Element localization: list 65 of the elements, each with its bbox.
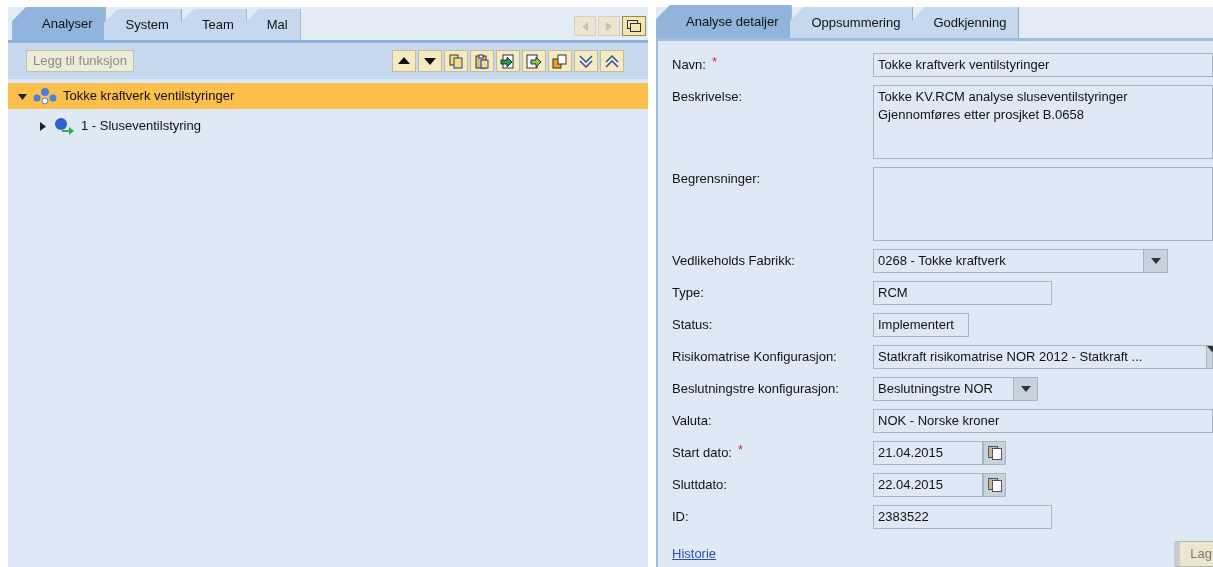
field-label: Status: <box>672 316 713 334</box>
import-button[interactable] <box>496 50 520 72</box>
copy-icon <box>448 53 464 69</box>
tree-label: Tokke kraftverk ventilstyringer <box>63 87 235 106</box>
field-label: Beslutningstre konfigurasjon: <box>672 380 839 398</box>
tab[interactable]: Godkjenning <box>911 7 1020 38</box>
calendar-icon <box>987 446 1002 460</box>
expand-arrow-icon[interactable] <box>38 121 47 131</box>
date-field[interactable]: 22.04.2015 <box>873 473 983 497</box>
tree-item[interactable]: 1 - Sluseventilstyring <box>8 113 648 139</box>
tab[interactable]: Team <box>179 9 247 40</box>
field-label: Type: <box>672 284 704 302</box>
tab[interactable]: Analyser <box>12 7 106 40</box>
chevron-up-icon <box>604 53 620 69</box>
field-label: Beskrivelse: <box>672 88 743 106</box>
required-mark: * <box>738 443 744 459</box>
required-mark: * <box>711 55 718 71</box>
clipboard-icon <box>474 53 490 69</box>
field-label: Navn: <box>672 56 706 74</box>
export-button[interactable] <box>522 50 546 72</box>
date-field[interactable]: 21.04.2015 <box>873 441 983 465</box>
dropdown-field[interactable]: Beslutningstre NOR <box>873 377 1038 401</box>
field-label: Vedlikeholds Fabrikk: <box>672 252 795 270</box>
tab[interactable]: Analyse detaljer <box>656 5 792 38</box>
history-link[interactable]: Historie <box>672 544 717 564</box>
input-field[interactable]: 2383522 <box>873 505 1052 529</box>
field-label: Risikomatrise Konfigurasjon: <box>672 348 837 366</box>
windows-icon <box>627 20 641 32</box>
tree-item[interactable]: Tokke kraftverk ventilstyringer <box>8 83 648 109</box>
input-field[interactable]: RCM <box>873 281 1052 305</box>
field-label: ID: <box>672 508 689 526</box>
document-arrow-icon <box>500 53 516 69</box>
tab[interactable]: Mal <box>244 9 301 40</box>
field-label: Begrensninger: <box>672 170 761 188</box>
copy-icon <box>552 53 568 69</box>
network-icon <box>33 87 57 105</box>
expand-all-button[interactable] <box>574 50 598 72</box>
chevron-down-icon <box>578 53 594 69</box>
text-area[interactable]: Tokke KV.RCM analyse sluseventilstyringer Gjennomføres etter prosjket B.0658 <box>873 85 1213 159</box>
copy-button[interactable] <box>444 50 468 72</box>
duplicate-button[interactable] <box>548 50 572 72</box>
dropdown-field[interactable]: 0268 - Tokke kraftverk <box>873 249 1168 273</box>
move-down-button[interactable] <box>418 50 442 72</box>
tab[interactable]: System <box>103 9 182 40</box>
right-arrow-icon <box>606 21 612 31</box>
field-label: Sluttdato: <box>672 476 727 494</box>
calendar-button[interactable] <box>983 473 1006 497</box>
document-arrow-icon <box>526 53 542 69</box>
dropdown-field[interactable]: Statkraft risikomatrise NOR 2012 - Statkraft ... <box>873 345 1213 369</box>
tree-label: 1 - Sluseventilstyring <box>81 117 201 136</box>
collapse-arrow-icon[interactable] <box>18 91 27 101</box>
left-arrow-icon <box>582 21 588 31</box>
calendar-icon <box>987 478 1002 492</box>
input-field[interactable]: Tokke kraftverk ventilstyringer <box>873 53 1213 77</box>
field-label: Valuta: <box>672 412 712 430</box>
paste-button[interactable] <box>470 50 494 72</box>
input-field[interactable]: NOK - Norske kroner <box>873 409 1213 433</box>
calendar-button[interactable] <box>983 441 1006 465</box>
tab[interactable]: Oppsummering <box>789 7 914 38</box>
node-arrow-icon <box>53 117 75 135</box>
field-label: Start dato: <box>672 444 732 462</box>
window-list-button[interactable] <box>622 16 646 36</box>
move-up-button[interactable] <box>392 50 416 72</box>
collapse-all-button[interactable] <box>600 50 624 72</box>
input-field[interactable]: Implementert <box>873 313 969 337</box>
